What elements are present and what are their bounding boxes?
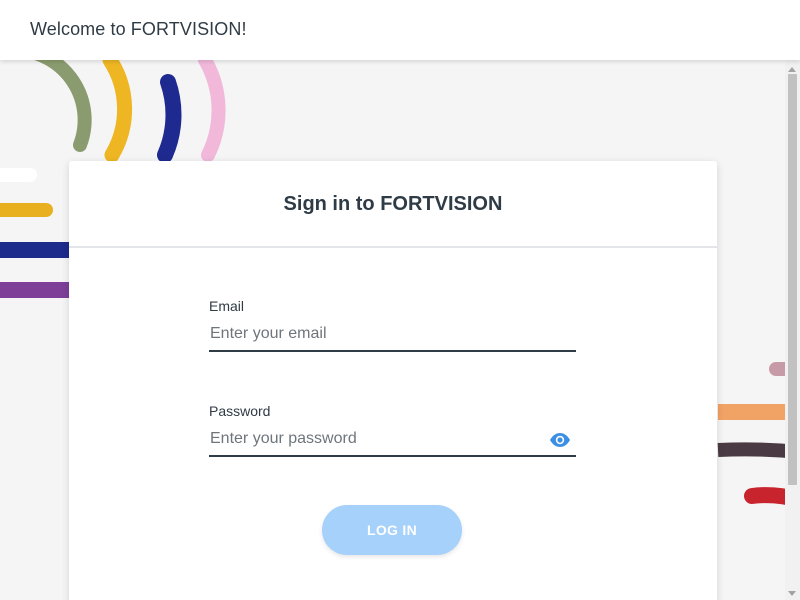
password-label: Password bbox=[209, 403, 271, 419]
email-input-wrapper bbox=[209, 318, 576, 352]
password-input[interactable] bbox=[209, 423, 576, 455]
scroll-thumb[interactable] bbox=[788, 74, 797, 485]
page-scrollbar[interactable] bbox=[785, 60, 800, 600]
password-input-wrapper bbox=[209, 423, 576, 457]
email-field-group: Email bbox=[209, 298, 576, 352]
password-field-group: Password bbox=[209, 403, 576, 457]
eye-icon[interactable] bbox=[548, 430, 572, 450]
login-button[interactable]: LOG IN bbox=[322, 505, 462, 555]
arc-pink bbox=[198, 60, 226, 162]
arc-photo bbox=[33, 60, 92, 152]
welcome-title: Welcome to FORTVISION! bbox=[30, 19, 247, 39]
arc-yellow bbox=[102, 60, 133, 163]
email-label: Email bbox=[209, 298, 245, 314]
scroll-up-arrow-icon[interactable] bbox=[788, 67, 796, 72]
arc-navy bbox=[157, 74, 182, 163]
sign-in-title: Sign in to FORTVISION bbox=[283, 193, 503, 215]
email-input[interactable] bbox=[209, 318, 576, 350]
card-header: Sign in to FORTVISION bbox=[69, 161, 717, 248]
login-card: Sign in to FORTVISION Email Password LOG… bbox=[69, 161, 717, 600]
scroll-down-arrow-icon[interactable] bbox=[788, 591, 796, 596]
top-bar: Welcome to FORTVISION! bbox=[0, 0, 800, 60]
